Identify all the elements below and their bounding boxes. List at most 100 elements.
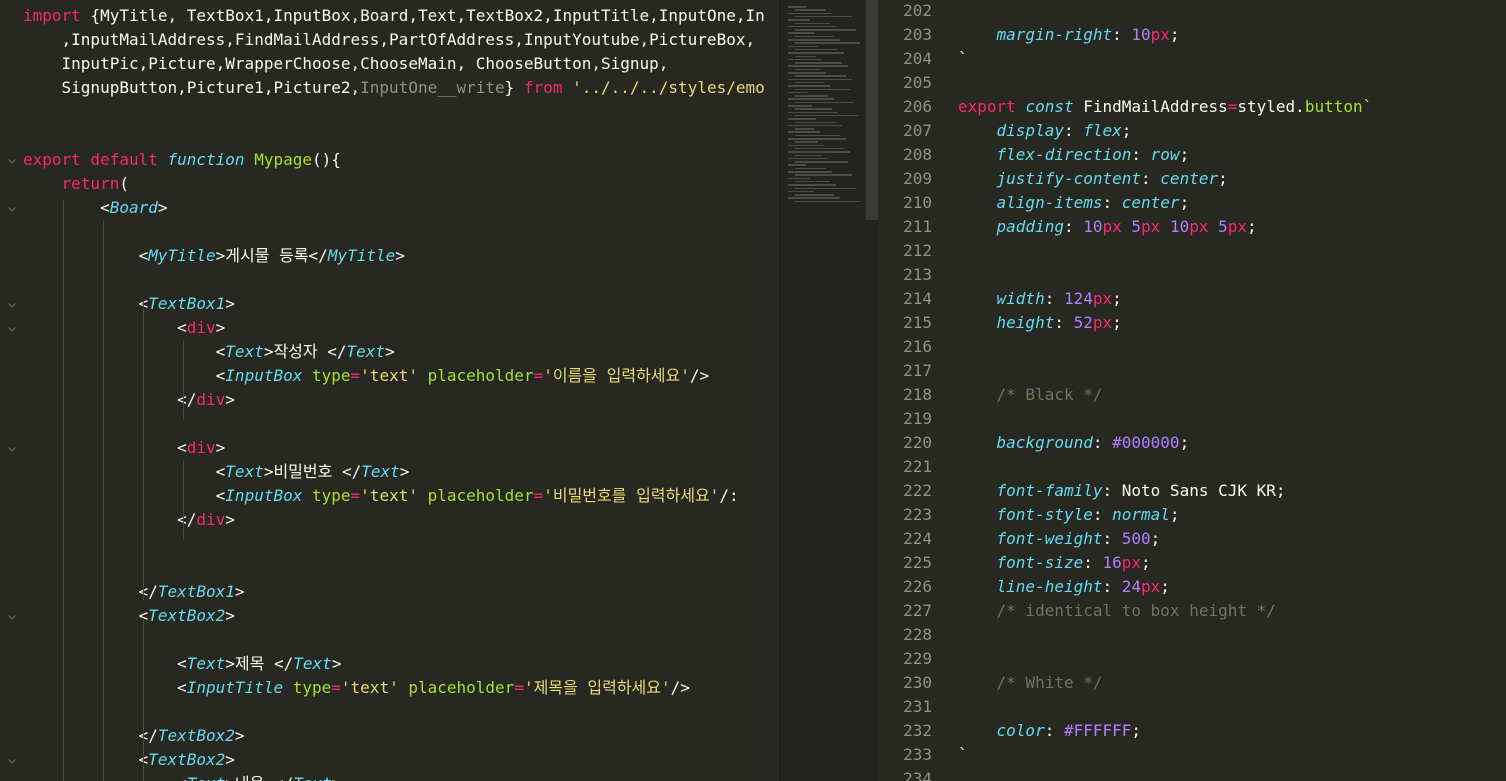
line-number: 211 — [903, 217, 932, 236]
code-token: >제목 </ — [225, 654, 294, 673]
minimap-line — [788, 45, 818, 48]
fold-chevron-icon[interactable]: ⌵ — [5, 148, 19, 172]
code-token: center — [1160, 169, 1219, 188]
left-editor-pane[interactable]: import {MyTitle, TextBox1,InputBox,Board… — [0, 0, 780, 781]
code-line[interactable]: /* White */ — [958, 671, 1103, 695]
code-line[interactable]: font-weight: 500; — [958, 527, 1161, 551]
code-token: Text — [293, 774, 332, 781]
line-number: 220 — [903, 433, 932, 452]
code-line[interactable]: /* identical to box height */ — [958, 599, 1276, 623]
code-token: align-items — [996, 193, 1103, 212]
code-line[interactable]: <MyTitle>게시물 등록</MyTitle> — [23, 244, 405, 268]
code-line[interactable]: import {MyTitle, TextBox1,InputBox,Board… — [23, 4, 765, 28]
code-line[interactable]: ` — [958, 47, 968, 71]
code-line[interactable]: margin-right: 10px; — [958, 23, 1180, 47]
code-line[interactable]: return( — [23, 172, 129, 196]
minimap-line — [795, 121, 836, 123]
code-line[interactable]: padding: 10px 5px 10px 5px; — [958, 215, 1257, 239]
fold-chevron-icon[interactable]: ⌵ — [5, 292, 19, 316]
code-token: InputTitle — [186, 678, 284, 697]
code-token: import — [23, 6, 91, 25]
code-line[interactable]: color: #FFFFFF; — [958, 719, 1142, 743]
code-token: InputPic,Picture,WrapperChoose,ChooseMai… — [23, 54, 669, 73]
code-token: Text — [225, 342, 264, 361]
code-line[interactable]: <Text>제목 </Text> — [23, 652, 341, 676]
code-token: /: — [719, 486, 739, 505]
code-token: </ — [23, 390, 197, 409]
minimap-line — [788, 6, 806, 8]
code-line[interactable]: SignupButton,Picture1,Picture2,InputOne_… — [23, 76, 765, 100]
fold-chevron-icon[interactable]: ⌵ — [5, 604, 19, 628]
code-line[interactable]: height: 52px; — [958, 311, 1122, 335]
minimap-line — [795, 114, 858, 117]
code-line[interactable]: font-size: 16px; — [958, 551, 1151, 575]
code-line[interactable]: <Text>작성자 </Text> — [23, 340, 395, 364]
code-line[interactable]: <InputTitle type='text' placeholder='제목을… — [23, 676, 690, 700]
minimap-line — [795, 180, 830, 183]
fold-chevron-icon[interactable]: ⌵ — [5, 316, 19, 340]
code-line[interactable]: <TextBox2> — [23, 748, 235, 772]
code-token: < — [23, 750, 149, 769]
code-token: ; — [1141, 553, 1151, 572]
code-line[interactable]: <InputBox type='text' placeholder='이름을 입… — [23, 364, 710, 388]
fold-chevron-icon[interactable]: ⌵ — [5, 436, 19, 460]
line-number: 219 — [903, 409, 932, 428]
code-token: (){ — [312, 150, 341, 169]
code-line[interactable]: InputPic,Picture,WrapperChoose,ChooseMai… — [23, 52, 669, 76]
right-editor-pane[interactable]: margin-right: 10px; ` export const FindMai… — [938, 0, 1506, 781]
code-line[interactable]: justify-content: center; — [958, 167, 1228, 191]
scrollbar-thumb[interactable] — [866, 0, 878, 220]
code-token: > — [234, 726, 245, 745]
code-line[interactable]: <Text>내용 </Text> — [23, 772, 341, 781]
code-line[interactable]: font-family: Noto Sans CJK KR; — [958, 479, 1286, 503]
code-line[interactable]: display: flex; — [958, 119, 1132, 143]
line-number: 213 — [903, 265, 932, 284]
code-line[interactable]: export default function Mypage(){ — [23, 148, 341, 172]
code-token: MyTitle — [148, 246, 216, 265]
code-token: 5 — [1218, 217, 1228, 236]
code-line[interactable]: </TextBox1> — [23, 580, 245, 604]
code-line[interactable]: </div> — [23, 508, 235, 532]
code-token: 5 — [1131, 217, 1142, 236]
code-line[interactable]: <div> — [23, 436, 225, 460]
code-line[interactable]: flex-direction: row; — [958, 143, 1190, 167]
line-number: 218 — [903, 385, 932, 404]
code-line[interactable]: <InputBox type='text' placeholder='비밀번호를… — [23, 484, 739, 508]
fold-chevron-icon[interactable]: ⌵ — [5, 748, 19, 772]
fold-chevron-icon[interactable]: ⌵ — [5, 196, 19, 220]
code-line[interactable]: /* Black */ — [958, 383, 1103, 407]
code-token: FindMailAddress — [1083, 97, 1228, 116]
code-line[interactable]: <Text>비밀번호 </Text> — [23, 460, 410, 484]
code-line[interactable]: ,InputMailAddress,FindMailAddress,PartOf… — [23, 28, 756, 52]
code-token: ; — [1169, 25, 1180, 44]
code-line[interactable]: align-items: center; — [958, 191, 1190, 215]
code-line[interactable]: background: #000000; — [958, 431, 1190, 455]
pane-divider[interactable] — [779, 0, 781, 781]
code-line[interactable]: <Board> — [23, 196, 167, 220]
code-line[interactable]: </div> — [23, 388, 235, 412]
code-line[interactable]: </TextBox2> — [23, 724, 245, 748]
code-token: height — [996, 313, 1055, 332]
code-line[interactable]: export const FindMailAddress=styled.butt… — [958, 95, 1372, 119]
code-line[interactable]: width: 124px; — [958, 287, 1122, 311]
code-token: row — [1150, 145, 1180, 164]
code-line[interactable]: <TextBox2> — [23, 604, 235, 628]
code-token: {MyTitle, TextBox1,InputBox,Board,Text,T… — [90, 6, 765, 25]
code-line[interactable]: <TextBox1> — [23, 292, 235, 316]
line-number-gutter: 202 203 204 205 206 207 208 209 210 211 212 213 214 2… — [880, 0, 938, 781]
code-line[interactable]: <div> — [23, 316, 225, 340]
code-token: /> — [670, 678, 690, 697]
code-line[interactable]: font-style: normal; — [958, 503, 1180, 527]
code-token: type — [312, 366, 351, 385]
line-number: 232 — [903, 721, 932, 740]
code-line[interactable]: ` — [958, 743, 968, 767]
code-line[interactable]: line-height: 24px; — [958, 575, 1170, 599]
minimap[interactable] — [782, 0, 866, 781]
code-token: > — [399, 462, 410, 481]
line-number: 207 — [903, 121, 932, 140]
